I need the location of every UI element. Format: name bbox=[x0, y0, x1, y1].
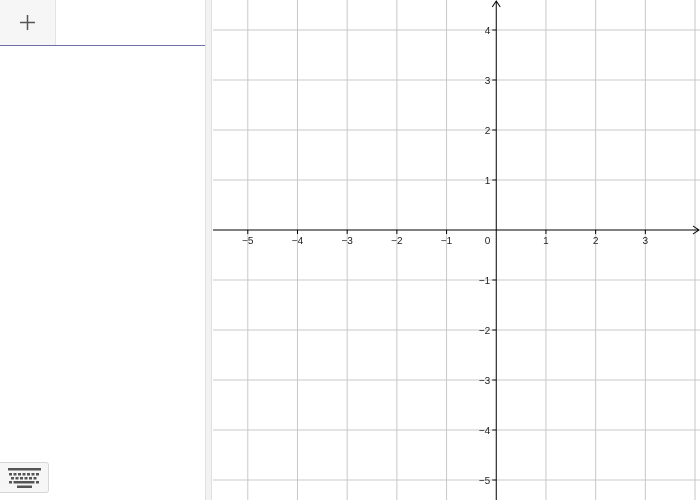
grid-lines bbox=[213, 0, 700, 500]
x-tick-label: 2 bbox=[593, 236, 599, 247]
y-tick-label: −4 bbox=[479, 426, 491, 437]
panel-resize-divider[interactable] bbox=[205, 0, 212, 500]
x-tick-label: 3 bbox=[643, 236, 649, 247]
virtual-keyboard-button[interactable] bbox=[0, 462, 49, 493]
tick-labels: 0 −5 −4 −3 −2 −1 1 2 3 4 3 2 1 −1 −2 −3 −4 −5 bbox=[242, 26, 648, 487]
y-tick-label: −5 bbox=[479, 476, 491, 487]
keyboard-icon bbox=[8, 468, 41, 488]
add-item-button[interactable] bbox=[0, 0, 56, 45]
y-tick-label: 1 bbox=[485, 176, 491, 187]
y-tick-label: −2 bbox=[479, 326, 491, 337]
x-tick-label: −1 bbox=[441, 236, 453, 247]
y-tick-label: −1 bbox=[479, 276, 491, 287]
algebra-panel bbox=[0, 0, 205, 500]
y-tick-label: 4 bbox=[485, 26, 491, 37]
plus-icon bbox=[20, 15, 35, 30]
axes bbox=[213, 0, 700, 500]
y-tick-label: −3 bbox=[479, 376, 491, 387]
x-tick-label: −5 bbox=[242, 236, 254, 247]
x-tick-label: −3 bbox=[341, 236, 353, 247]
x-tick-label: −4 bbox=[292, 236, 304, 247]
algebra-input-field[interactable] bbox=[56, 0, 205, 45]
geogebra-app: 0 −5 −4 −3 −2 −1 1 2 3 4 3 2 1 −1 −2 −3 −4 −5 bbox=[0, 0, 700, 500]
x-tick-label: −2 bbox=[391, 236, 403, 247]
y-tick-label: 3 bbox=[485, 76, 491, 87]
y-tick-label: 2 bbox=[485, 126, 491, 137]
origin-label: 0 bbox=[485, 236, 491, 247]
coordinate-grid: 0 −5 −4 −3 −2 −1 1 2 3 4 3 2 1 −1 −2 −3 −4 −5 bbox=[213, 0, 700, 500]
graphics-view[interactable]: 0 −5 −4 −3 −2 −1 1 2 3 4 3 2 1 −1 −2 −3 −4 −5 bbox=[213, 0, 700, 500]
x-tick-label: 1 bbox=[543, 236, 549, 247]
algebra-input-row bbox=[0, 0, 205, 46]
